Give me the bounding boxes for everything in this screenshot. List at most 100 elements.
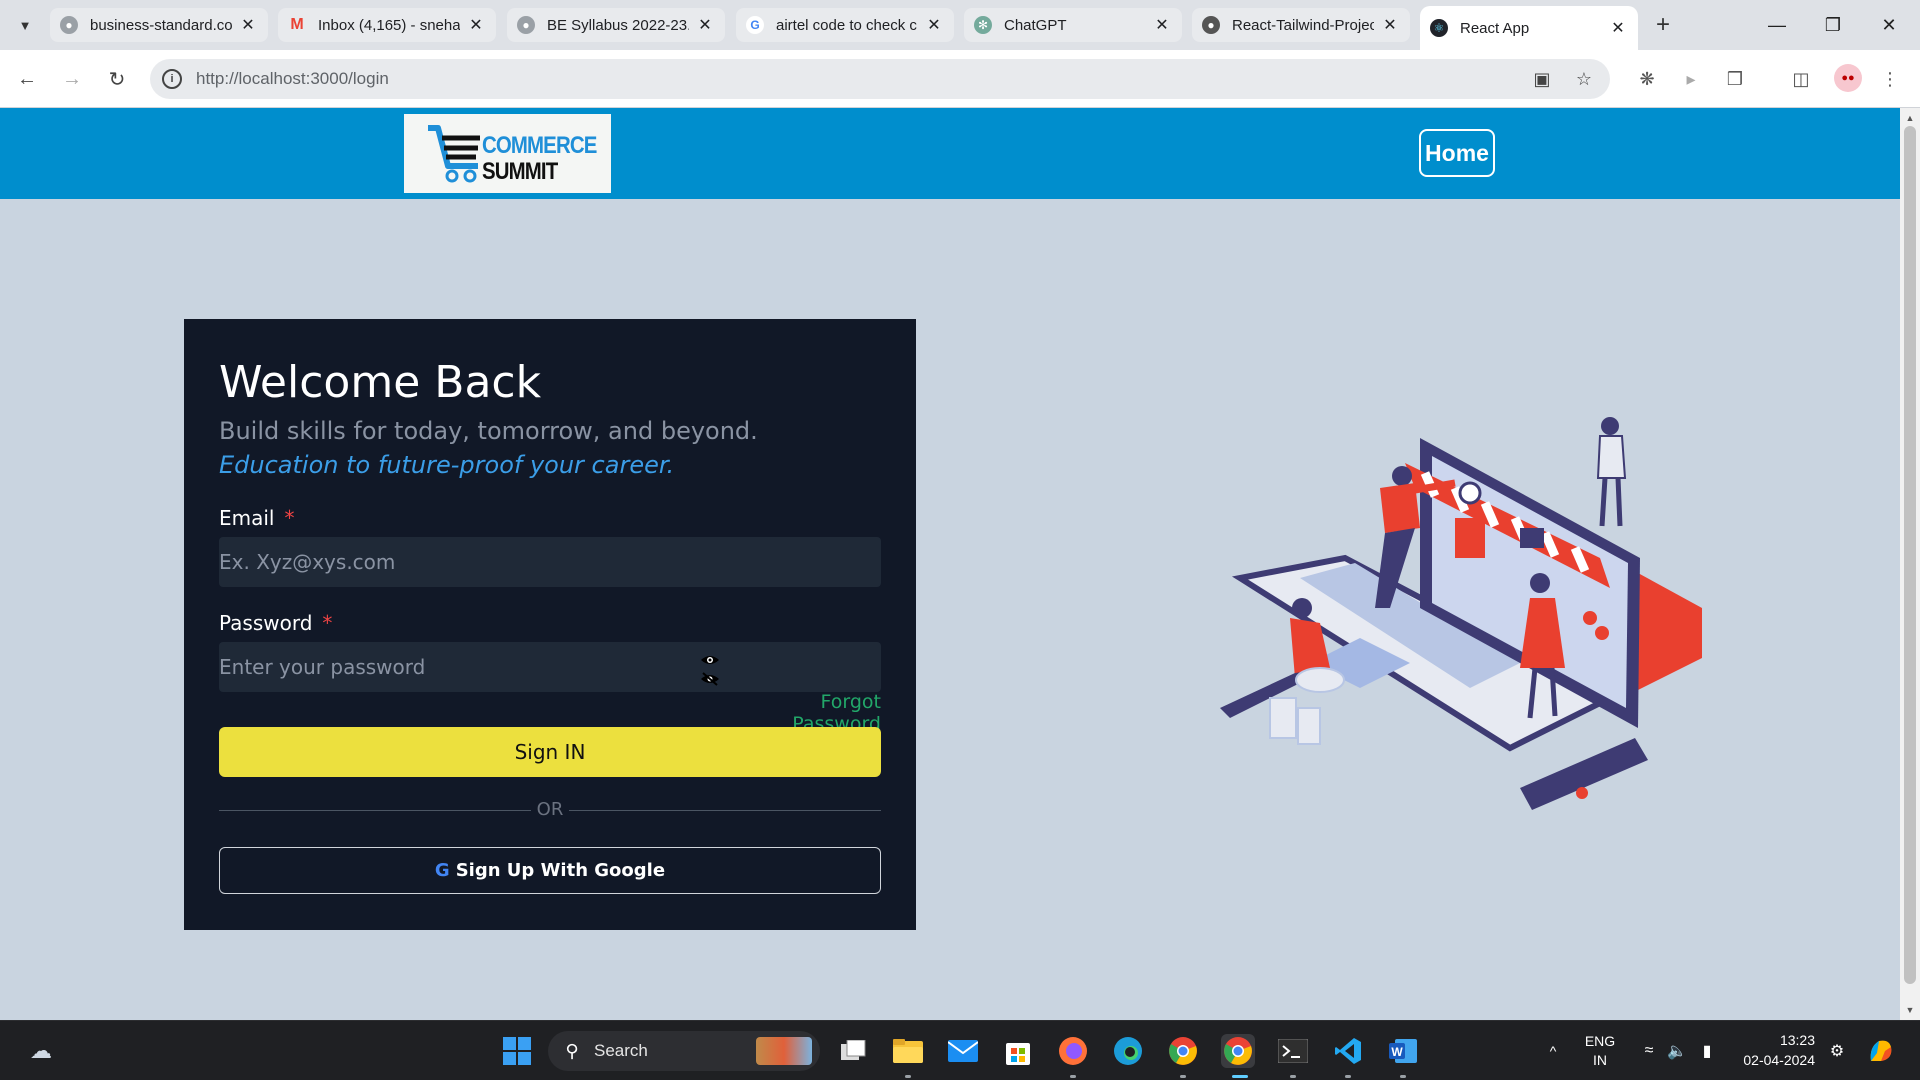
google-icon: G [746, 16, 764, 34]
language-indicator[interactable]: ENG [1578, 1033, 1622, 1049]
task-view-icon[interactable] [837, 1034, 871, 1068]
chevron-up-icon[interactable]: ^ [1536, 1034, 1570, 1068]
file-explorer-icon[interactable] [891, 1034, 925, 1068]
copilot-icon[interactable] [1864, 1034, 1898, 1068]
side-panel-icon[interactable]: ◫ [1787, 65, 1815, 93]
tab-react-app[interactable]: ⚛ React App ✕ [1420, 6, 1638, 50]
weather-icon[interactable]: ☁ [24, 1034, 58, 1068]
profile-avatar[interactable]: ●● [1834, 64, 1862, 92]
tab-business-standard[interactable]: ● business-standard.co ✕ [50, 8, 268, 42]
search-highlight-icon [756, 1037, 812, 1065]
password-field[interactable] [219, 642, 881, 692]
tab-title: business-standard.co [90, 16, 232, 34]
tab-be-syllabus[interactable]: ● BE Syllabus 2022-23. ✕ [507, 8, 725, 42]
active-indicator [1232, 1075, 1248, 1078]
close-window-button[interactable]: ✕ [1869, 10, 1909, 40]
vscode-icon[interactable] [1331, 1034, 1365, 1068]
tab-title: React-Tailwind-Projec [1232, 16, 1374, 34]
subtitle: Build skills for today, tomorrow, and be… [219, 417, 758, 445]
gmail-icon: M [290, 16, 304, 33]
terminal-icon[interactable] [1276, 1034, 1310, 1068]
close-icon[interactable]: ✕ [924, 15, 944, 35]
illustration-credit-card [1520, 738, 1648, 810]
windows-taskbar: ☁ ⚲ Search W ^ ENG IN ≈ 🔈 ▮ 13:23 02-04-… [0, 1020, 1920, 1080]
divider-line-left [219, 810, 531, 811]
extension-bug-icon[interactable]: ❋ [1633, 65, 1661, 93]
or-text: OR [536, 799, 564, 820]
search-label: Search [594, 1041, 648, 1060]
minimize-button[interactable]: — [1757, 10, 1797, 40]
notification-settings-icon[interactable]: ⚙ [1820, 1034, 1854, 1068]
email-label: Email * [219, 506, 295, 530]
illustration-woman-top [1596, 435, 1627, 479]
hide-password-eye-icon[interactable] [699, 671, 721, 687]
chrome-profile-icon[interactable] [1166, 1034, 1200, 1068]
page-viewport: COMMERCE SUMMIT Home Welcome Back Build … [0, 108, 1900, 1020]
mail-icon[interactable] [946, 1034, 980, 1068]
reload-button[interactable]: ↻ [102, 64, 132, 94]
firefox-icon[interactable] [1056, 1034, 1090, 1068]
edge-icon[interactable] [1111, 1034, 1145, 1068]
illustration-person-reaching [1380, 483, 1420, 533]
extension-media-icon[interactable]: ▸ [1677, 65, 1705, 93]
search-icon: ⚲ [565, 1040, 579, 1061]
more-menu-icon[interactable]: ⋮ [1876, 65, 1904, 93]
or-divider: OR [219, 799, 881, 823]
clock-time[interactable]: 13:23 [1725, 1032, 1815, 1048]
ecommerce-illustration [1220, 417, 1702, 810]
site-logo[interactable]: COMMERCE SUMMIT [404, 114, 611, 193]
sign-in-button[interactable]: Sign IN [219, 727, 881, 777]
taskbar-search[interactable]: ⚲ Search [548, 1031, 820, 1071]
install-app-icon[interactable]: ▣ [1530, 67, 1554, 91]
volume-icon[interactable]: 🔈 [1660, 1034, 1694, 1068]
site-header: COMMERCE SUMMIT Home [0, 108, 1900, 199]
close-icon[interactable]: ✕ [466, 15, 486, 35]
tab-github[interactable]: ● React-Tailwind-Projec ✕ [1192, 8, 1410, 42]
illustration-shirt [1455, 518, 1485, 558]
email-label-text: Email [219, 506, 275, 530]
windows-start-icon[interactable] [500, 1034, 534, 1068]
new-tab-button[interactable]: + [1648, 10, 1678, 40]
scrollbar-thumb[interactable] [1904, 126, 1916, 984]
site-info-icon[interactable]: i [162, 69, 182, 89]
word-icon[interactable]: W [1386, 1034, 1420, 1068]
close-icon[interactable]: ✕ [1608, 18, 1628, 38]
tab-chatgpt[interactable]: ✻ ChatGPT ✕ [964, 8, 1182, 42]
running-indicator [1345, 1075, 1351, 1078]
tab-inbox[interactable]: M Inbox (4,165) - sneha ✕ [278, 8, 496, 42]
google-signup-button[interactable]: G Sign Up With Google [219, 847, 881, 894]
back-button[interactable]: ← [12, 64, 42, 94]
extensions-puzzle-icon[interactable]: ❒ [1721, 65, 1749, 93]
running-indicator [1400, 1075, 1406, 1078]
tab-strip: ▼ ● business-standard.co ✕ M Inbox (4,16… [0, 0, 1920, 50]
close-icon[interactable]: ✕ [695, 15, 715, 35]
clock-date[interactable]: 02-04-2024 [1725, 1052, 1815, 1068]
close-icon[interactable]: ✕ [238, 15, 258, 35]
url-text[interactable]: http://localhost:3000/login [196, 69, 389, 89]
restore-button[interactable]: ❐ [1813, 10, 1853, 40]
bookmark-star-icon[interactable]: ☆ [1572, 67, 1596, 91]
home-button[interactable]: Home [1419, 129, 1495, 177]
address-bar[interactable]: i http://localhost:3000/login ▣ ☆ [150, 59, 1610, 99]
scroll-down-arrow-icon[interactable]: ▼ [1904, 1004, 1916, 1016]
running-indicator [1180, 1075, 1186, 1078]
show-password-eye-icon[interactable] [699, 652, 721, 668]
scroll-up-arrow-icon[interactable]: ▲ [1904, 112, 1916, 124]
chrome-active-icon[interactable] [1221, 1034, 1255, 1068]
email-field[interactable] [219, 537, 881, 587]
battery-icon[interactable]: ▮ [1690, 1034, 1724, 1068]
tab-search-chevron-icon[interactable]: ▼ [12, 13, 38, 37]
close-icon[interactable]: ✕ [1152, 15, 1172, 35]
toolbar: ← → ↻ i http://localhost:3000/login ▣ ☆ … [0, 50, 1920, 108]
tab-airtel[interactable]: G airtel code to check c ✕ [736, 8, 954, 42]
illustration-building [1638, 573, 1702, 690]
microsoft-store-icon[interactable] [1001, 1034, 1035, 1068]
running-indicator [1290, 1075, 1296, 1078]
close-icon[interactable]: ✕ [1380, 15, 1400, 35]
logo-text-summit: SUMMIT [482, 158, 558, 185]
tab-title: BE Syllabus 2022-23. [547, 16, 689, 34]
page-scrollbar[interactable]: ▲ ▼ [1900, 108, 1920, 1020]
forward-button[interactable]: → [57, 64, 87, 94]
tab-title: airtel code to check c [776, 16, 917, 34]
language-region[interactable]: IN [1578, 1052, 1622, 1068]
